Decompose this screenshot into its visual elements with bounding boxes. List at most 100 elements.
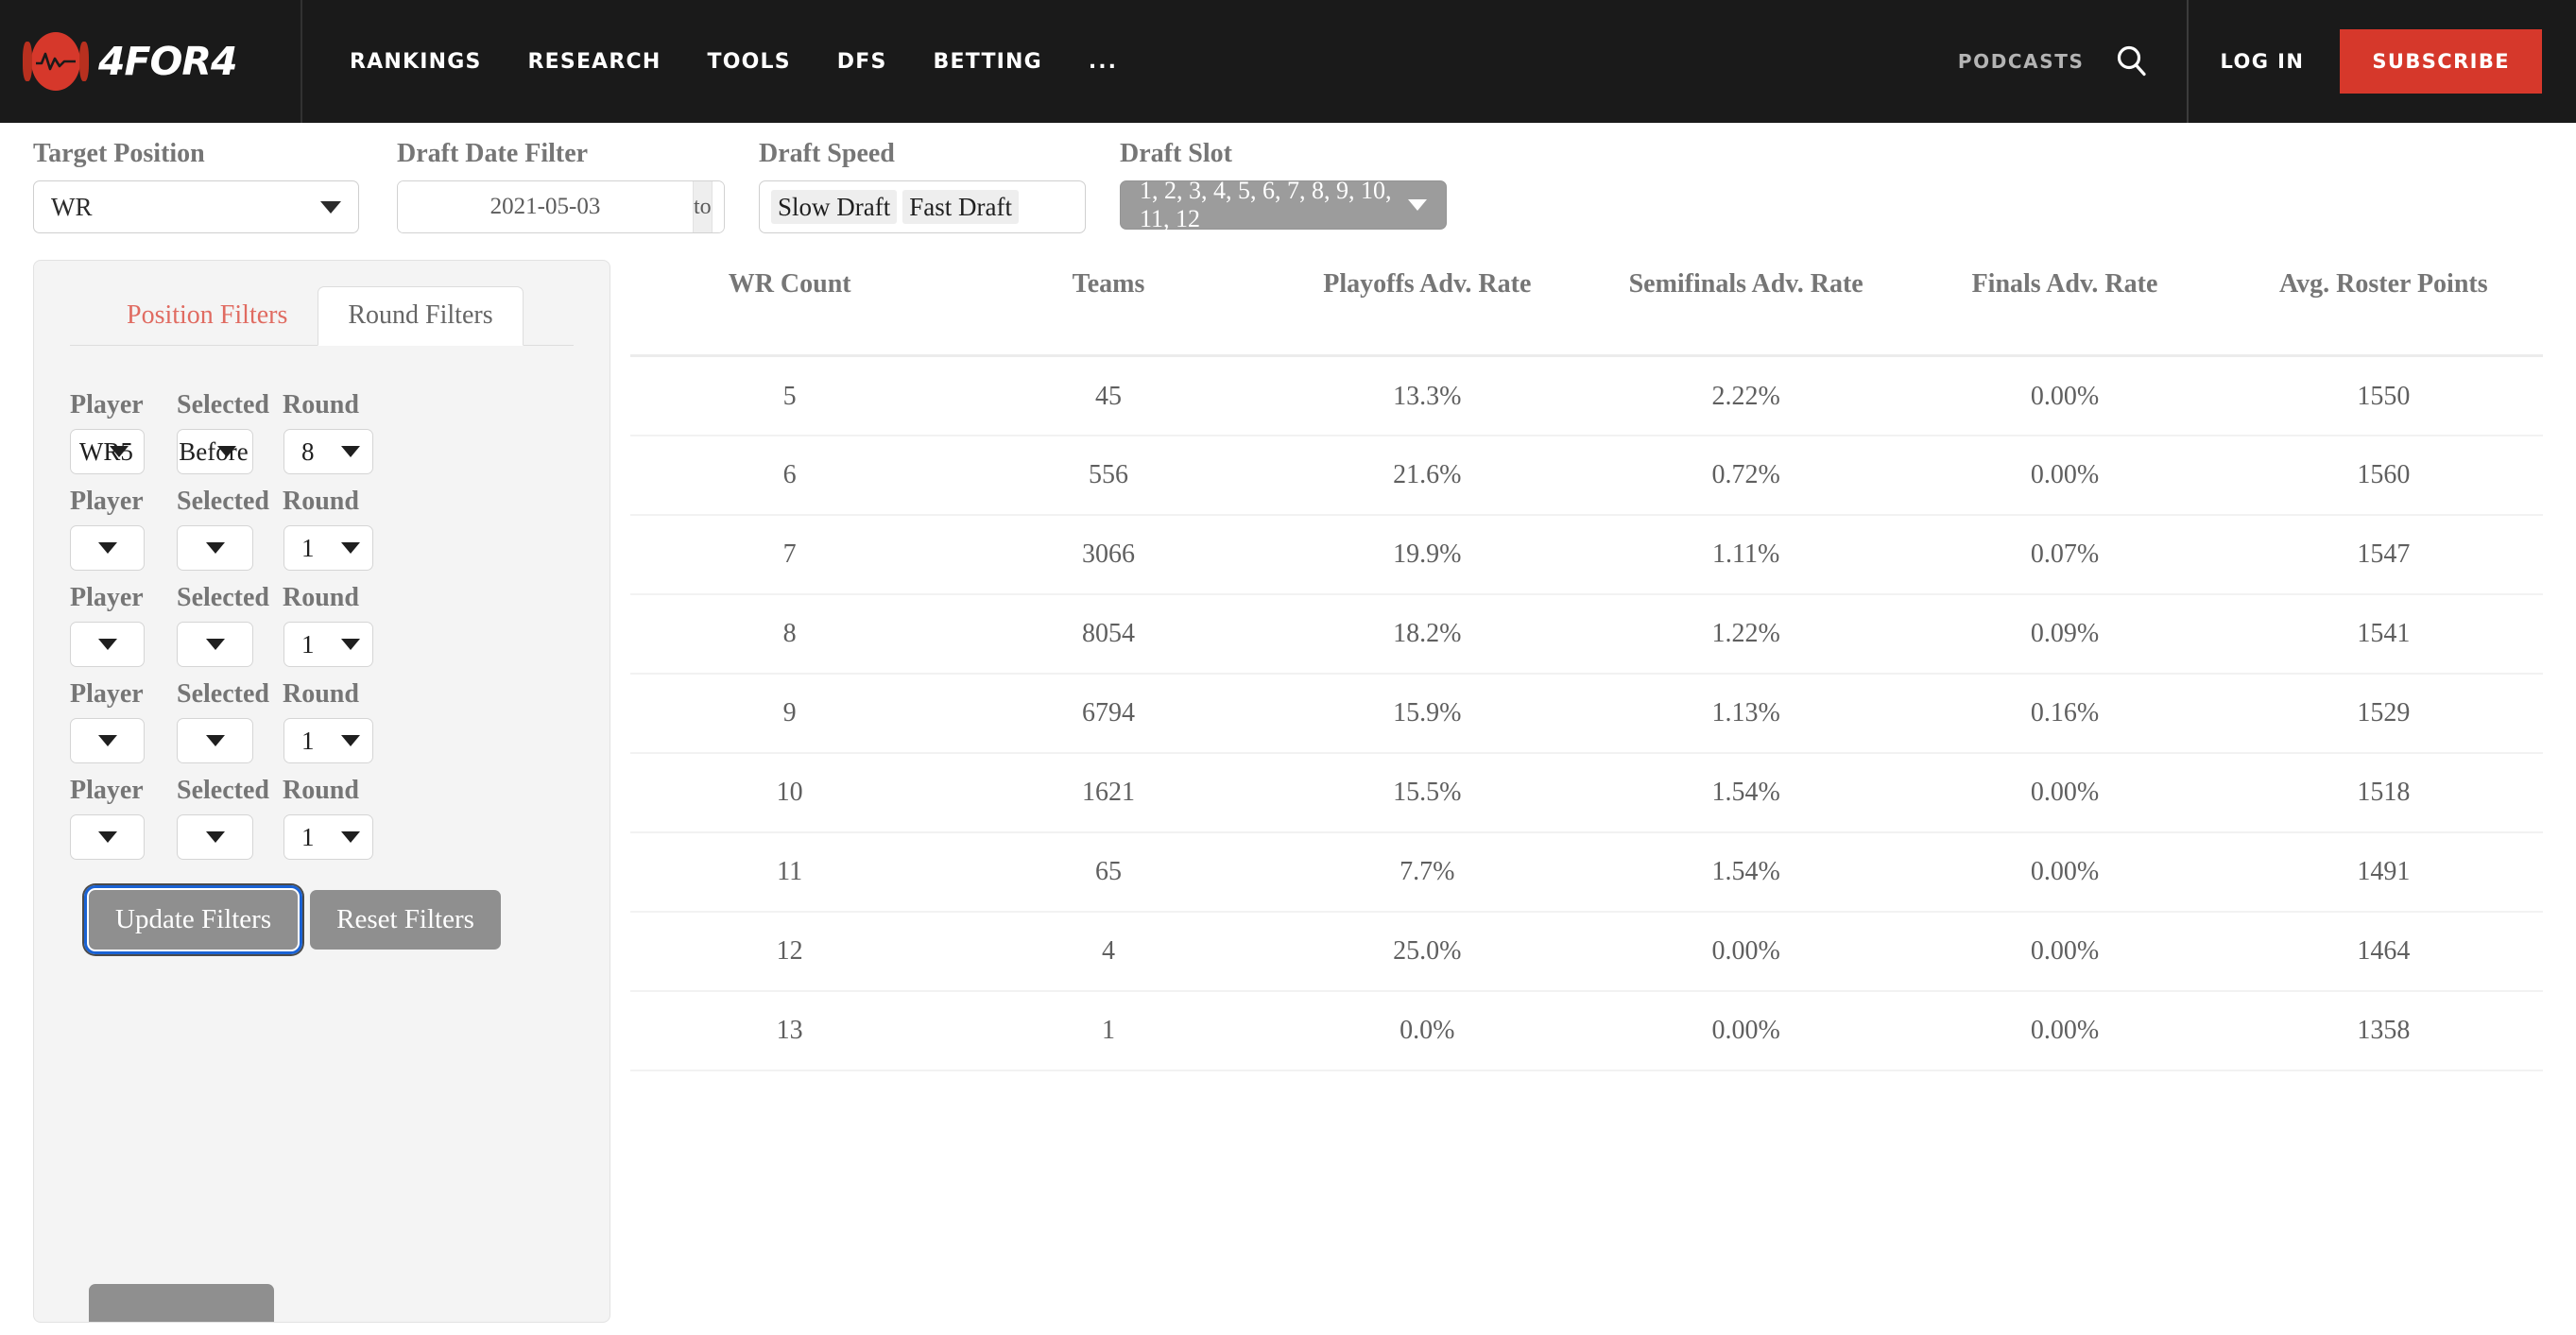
cell-wr-count: 7 xyxy=(782,539,797,569)
draft-speed-tag-slow[interactable]: Slow Draft xyxy=(771,189,898,225)
podcast-group: PODCASTS xyxy=(1958,0,2189,123)
selected-select-5[interactable] xyxy=(177,814,253,860)
player-select-3[interactable] xyxy=(70,622,145,667)
cell-playoffs-adv-rate: 0.0% xyxy=(1400,1015,1455,1045)
cell-finals-adv-rate: 0.00% xyxy=(2030,856,2100,886)
results-table-body: 5 45 13.3% 2.22% 0.00% 1550 6 556 21.6% … xyxy=(630,355,2543,1070)
cell-finals-adv-rate: 0.07% xyxy=(2030,539,2100,569)
cell-teams: 45 xyxy=(1094,381,1122,411)
col-header-avg-roster-points[interactable]: Avg. Roster Points xyxy=(2224,260,2543,355)
football-pulse-logo-icon xyxy=(23,32,89,91)
subscribe-button[interactable]: SUBSCRIBE xyxy=(2340,29,2542,94)
player-column-label: Player xyxy=(70,583,144,612)
draft-slot-group: Draft Slot 1, 2, 3, 4, 5, 6, 7, 8, 9, 10… xyxy=(1120,139,1447,232)
filter-actions: Update Filters Reset Filters xyxy=(70,885,574,954)
chevron-down-icon xyxy=(97,542,117,554)
nav-item-betting[interactable]: BETTING xyxy=(934,50,1042,74)
col-header-finals-adv-rate[interactable]: Finals Adv. Rate xyxy=(1905,260,2224,355)
nav-item-tools[interactable]: TOOLS xyxy=(708,50,791,74)
cell-wr-count: 9 xyxy=(782,697,797,727)
search-icon[interactable] xyxy=(2113,43,2151,80)
reset-filters-button[interactable]: Reset Filters xyxy=(310,890,501,950)
tab-position-filters[interactable]: Position Filters xyxy=(96,286,318,346)
draft-speed-tag-fast[interactable]: Fast Draft xyxy=(902,189,1019,225)
cell-semifinals-adv-rate: 1.22% xyxy=(1711,618,1780,648)
player-select-2[interactable] xyxy=(70,525,145,571)
selected-select-4[interactable] xyxy=(177,718,253,763)
nav-item-podcasts[interactable]: PODCASTS xyxy=(1958,50,2085,73)
player-column-label: Player xyxy=(70,390,144,419)
cell-avg-roster-points: 1464 xyxy=(2357,935,2411,966)
round-select-5-value: 1 xyxy=(301,822,315,851)
tab-round-filters[interactable]: Round Filters xyxy=(318,286,524,346)
round-filter-controls: WR5 Before 8 xyxy=(70,429,574,474)
target-position-select[interactable]: WR xyxy=(33,180,359,233)
draft-speed-tag-field[interactable]: Slow Draft Fast Draft xyxy=(759,180,1086,233)
brand-logo[interactable]: 4FOR4 xyxy=(0,0,302,123)
selected-column-label: Selected xyxy=(177,679,269,709)
round-select-2[interactable]: 1 xyxy=(283,525,373,571)
target-position-value: WR xyxy=(51,192,93,221)
cell-semifinals-adv-rate: 1.54% xyxy=(1711,777,1780,807)
table-row: 6 556 21.6% 0.72% 0.00% 1560 xyxy=(630,436,2543,515)
player-select-4[interactable] xyxy=(70,718,145,763)
cell-avg-roster-points: 1547 xyxy=(2357,539,2411,569)
selected-column-label: Selected xyxy=(177,390,269,419)
cell-wr-count: 5 xyxy=(782,381,797,411)
round-select-2-value: 1 xyxy=(301,533,315,562)
cell-playoffs-adv-rate: 18.2% xyxy=(1393,618,1462,648)
draft-date-range: to xyxy=(397,180,725,233)
chevron-down-icon xyxy=(216,446,236,457)
chevron-down-icon xyxy=(341,446,360,457)
draft-date-to-input[interactable] xyxy=(712,181,724,232)
round-filter-headers: Player Selected Round xyxy=(70,679,574,710)
col-header-playoffs-adv-rate[interactable]: Playoffs Adv. Rate xyxy=(1268,260,1587,355)
cell-finals-adv-rate: 0.00% xyxy=(2030,1015,2100,1045)
round-column-label: Round xyxy=(283,487,359,516)
selected-column-label: Selected xyxy=(177,487,269,516)
target-position-group: Target Position WR xyxy=(33,139,359,233)
update-filters-button[interactable]: Update Filters xyxy=(83,885,303,954)
player-select-5[interactable] xyxy=(70,814,145,860)
selected-select-3[interactable] xyxy=(177,622,253,667)
col-header-semifinals-adv-rate[interactable]: Semifinals Adv. Rate xyxy=(1587,260,1905,355)
round-select-3[interactable]: 1 xyxy=(283,622,373,667)
cell-avg-roster-points: 1358 xyxy=(2357,1015,2411,1045)
draft-date-from-input[interactable] xyxy=(398,181,693,232)
draft-speed-group: Draft Speed Slow Draft Fast Draft xyxy=(759,139,1086,233)
cell-avg-roster-points: 1550 xyxy=(2357,381,2411,411)
cell-semifinals-adv-rate: 0.72% xyxy=(1711,459,1780,489)
round-select-4[interactable]: 1 xyxy=(283,718,373,763)
login-link[interactable]: LOG IN xyxy=(2221,50,2305,73)
round-column-label: Round xyxy=(283,390,359,419)
partially-visible-button[interactable] xyxy=(89,1284,274,1322)
results-table-area: WR Count Teams Playoffs Adv. Rate Semifi… xyxy=(610,260,2576,1323)
cell-playoffs-adv-rate: 25.0% xyxy=(1393,935,1462,966)
cell-semifinals-adv-rate: 0.00% xyxy=(1711,935,1780,966)
nav-item-rankings[interactable]: RANKINGS xyxy=(350,50,482,74)
chevron-down-icon xyxy=(320,200,341,214)
round-select-1[interactable]: 8 xyxy=(283,429,373,474)
top-navbar: 4FOR4 RANKINGS RESEARCH TOOLS DFS BETTIN… xyxy=(0,0,2576,123)
cell-wr-count: 8 xyxy=(782,618,797,648)
round-select-5[interactable]: 1 xyxy=(283,814,373,860)
draft-date-group: Draft Date Filter to xyxy=(397,139,725,233)
round-filter-headers: Player Selected Round xyxy=(70,776,574,806)
selected-select-2[interactable] xyxy=(177,525,253,571)
round-filter-row: Player Selected Round WR5 Before 8 xyxy=(70,390,574,474)
selected-select-1[interactable]: Before xyxy=(177,429,253,474)
chevron-down-icon xyxy=(97,639,117,650)
chevron-down-icon xyxy=(97,735,117,746)
draft-slot-select[interactable]: 1, 2, 3, 4, 5, 6, 7, 8, 9, 10, 11, 12 xyxy=(1120,177,1447,232)
cell-teams: 1621 xyxy=(1081,777,1135,807)
draft-slot-value: 1, 2, 3, 4, 5, 6, 7, 8, 9, 10, 11, 12 xyxy=(1140,177,1392,232)
col-header-teams[interactable]: Teams xyxy=(949,260,1267,355)
col-header-wr-count[interactable]: WR Count xyxy=(630,260,949,355)
chevron-down-icon xyxy=(205,639,225,650)
cell-wr-count: 12 xyxy=(776,935,803,966)
table-row: 9 6794 15.9% 1.13% 0.16% 1529 xyxy=(630,674,2543,753)
nav-item-research[interactable]: RESEARCH xyxy=(528,50,661,74)
player-select-1[interactable]: WR5 xyxy=(70,429,145,474)
nav-overflow-menu[interactable]: ... xyxy=(1089,50,1118,74)
nav-item-dfs[interactable]: DFS xyxy=(837,50,887,74)
